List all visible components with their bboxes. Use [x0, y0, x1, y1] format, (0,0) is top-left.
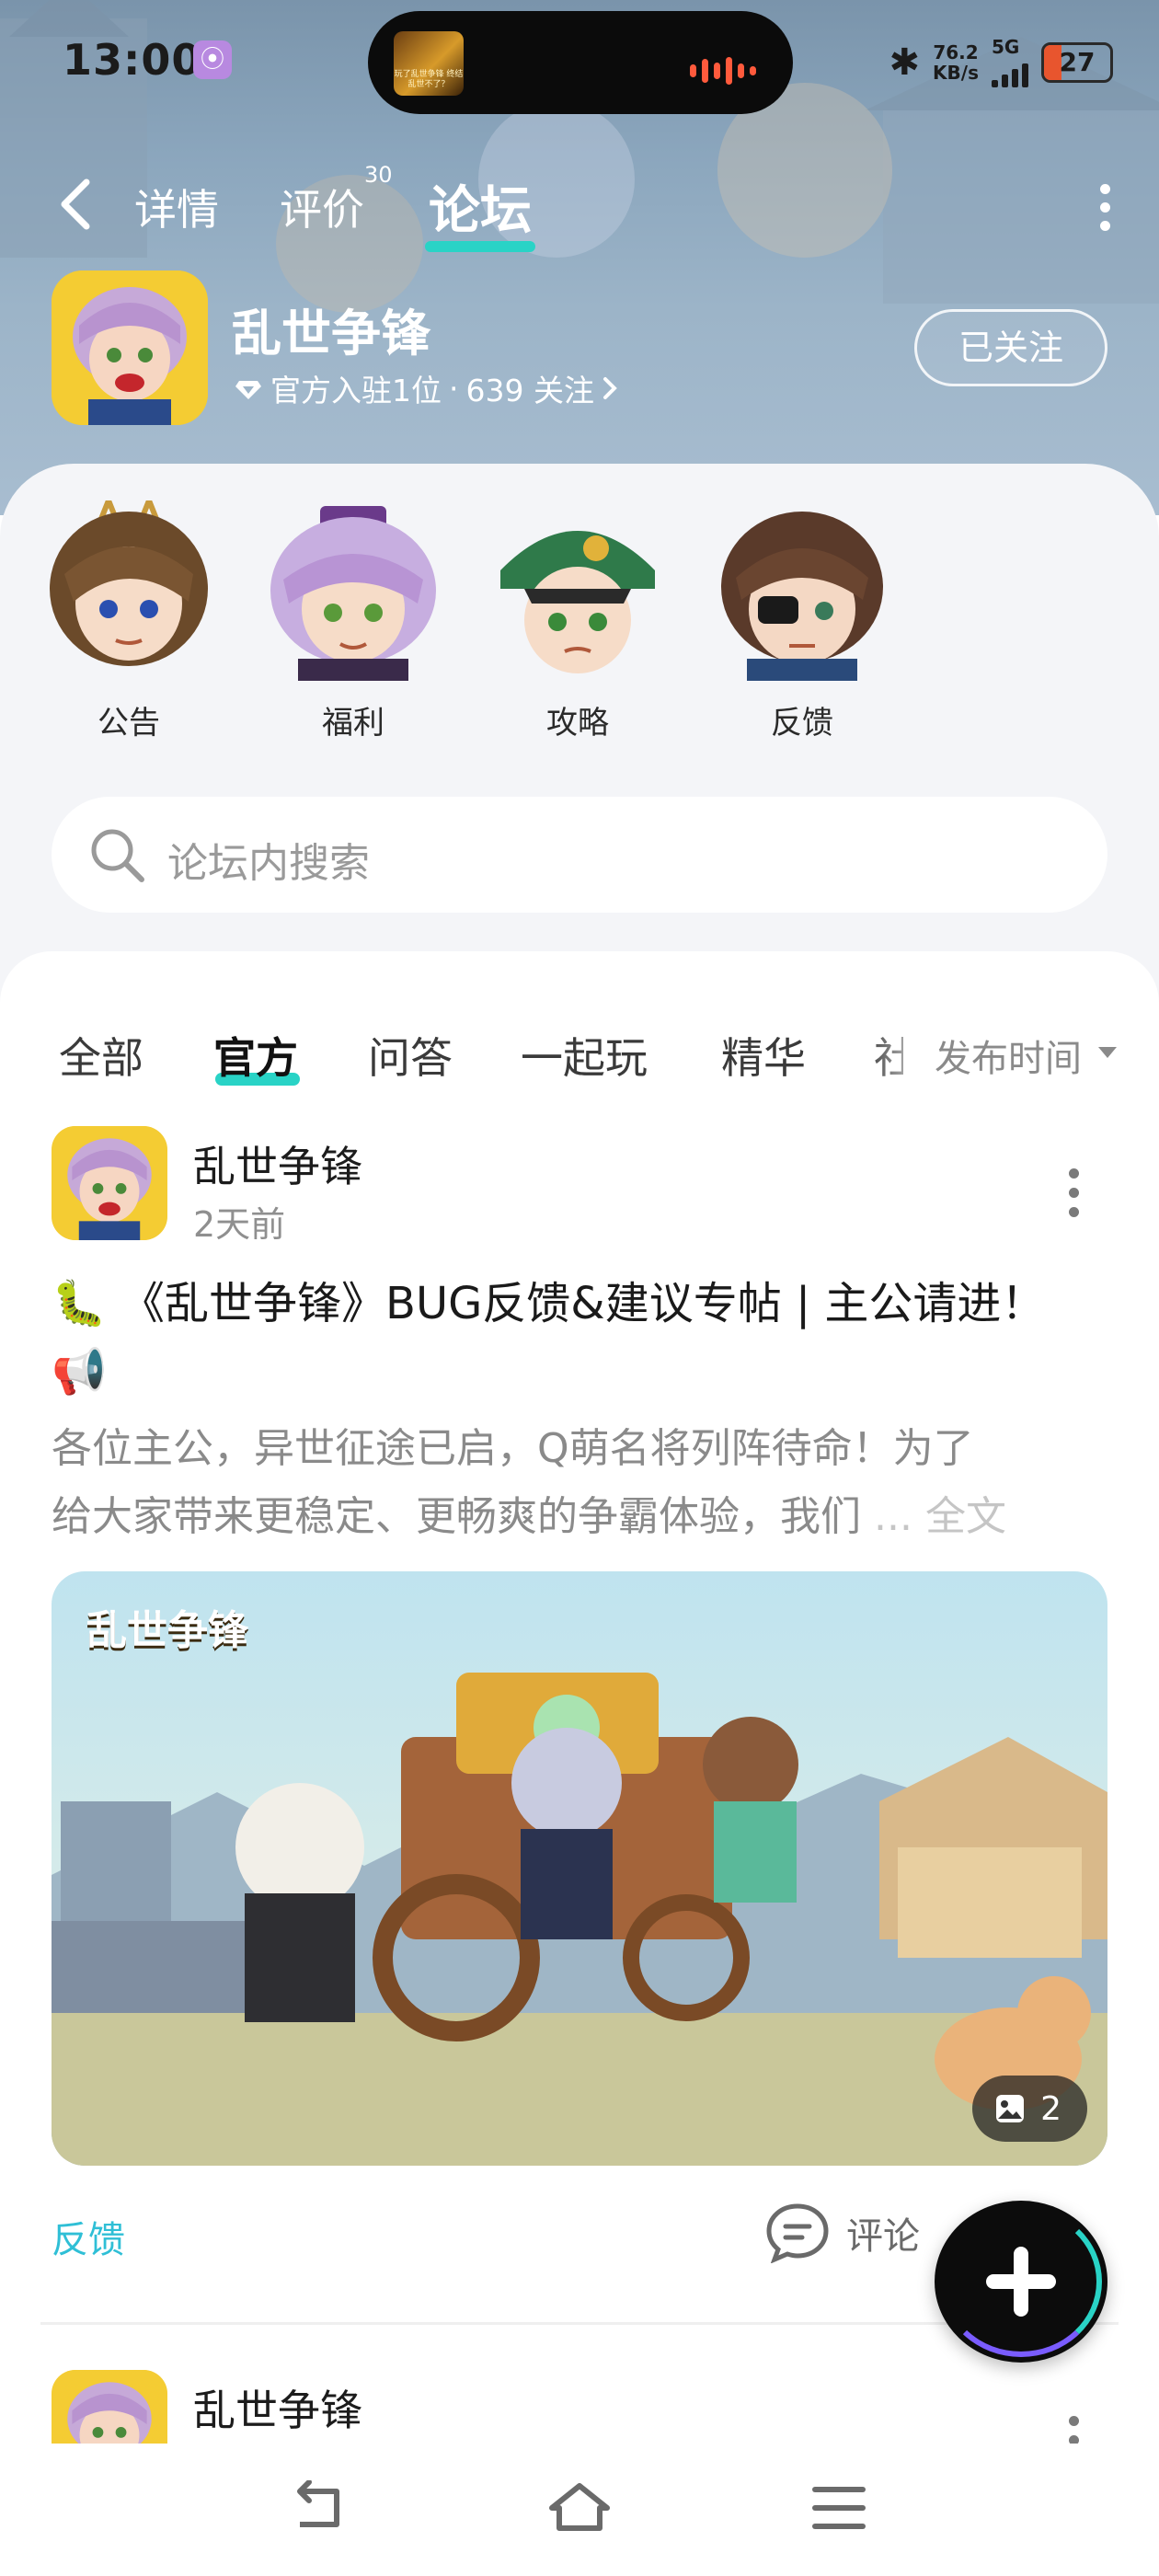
excerpt-ellipsis: ... [874, 1493, 912, 1540]
post-image[interactable]: 乱世争锋 2 [52, 1571, 1107, 2166]
signal-group: 5G [992, 38, 1028, 87]
tab-forum[interactable]: 论坛 [429, 169, 532, 244]
tab-fade [865, 1006, 938, 1098]
network-speed-unit: KB/s [933, 62, 979, 84]
feed-tab-official[interactable]: 官方 [213, 1025, 298, 1086]
image-count-badge: 2 [972, 2076, 1087, 2142]
author-avatar[interactable] [52, 1126, 167, 1240]
signal-bars-icon [992, 56, 1028, 87]
system-indicators: ✱ 76.2 KB/s 5G 27 [889, 35, 1113, 90]
channel-label: 公告 [98, 705, 160, 742]
post-excerpt[interactable]: 各位主公，异世征途已启，Q萌名将列阵待命！为了 给大家带来更稳定、更畅爽的争霸体… [52, 1415, 1109, 1551]
excerpt-line: 给大家带来更稳定、更畅爽的争霸体验，我们 [52, 1493, 861, 1540]
search-icon [91, 829, 144, 882]
guides-character-icon [500, 531, 655, 673]
read-full-link[interactable]: 全文 [925, 1493, 1006, 1540]
diamond-icon [235, 381, 261, 399]
audio-wave-icon [690, 57, 762, 85]
game-title: 乱世争锋 [232, 305, 430, 362]
channel-label: 攻略 [546, 705, 609, 742]
top-navigation: 详情 评价 30 论坛 [0, 156, 1159, 258]
channel-guides[interactable]: 攻略 [486, 500, 670, 742]
nav-menu-icon[interactable] [809, 2480, 868, 2536]
feed-tab-featured[interactable]: 精华 [721, 1025, 806, 1086]
channel-row: 公告 福利 攻略 反馈 [0, 492, 1159, 758]
media-thumbnail: 玩了乱世争锋 终结乱世不了？ [394, 31, 464, 96]
dynamic-island[interactable]: 玩了乱世争锋 终结乱世不了？ [368, 11, 793, 114]
post-title-text: 《乱世争锋》BUG反馈&建议专帖 | 主公请进！ [120, 1278, 1046, 1329]
excerpt-line: 各位主公，异世征途已启，Q萌名将列阵待命！为了 [52, 1425, 974, 1472]
status-bar: 13:00 ⦿ 玩了乱世争锋 终结乱世不了？ ✱ 76.2 KB/s 5G 27 [0, 0, 1159, 120]
forum-search-bar[interactable]: 论坛内搜索 [52, 797, 1107, 913]
announcement-character-icon [50, 492, 208, 666]
megaphone-emoji-icon: 📢 [52, 1346, 107, 1397]
search-placeholder: 论坛内搜索 [167, 840, 370, 887]
create-post-button[interactable] [935, 2201, 1107, 2363]
channel-label: 福利 [322, 705, 384, 742]
more-options-icon[interactable] [1100, 184, 1113, 232]
network-type: 5G [992, 36, 1020, 58]
feed-tab-all[interactable]: 全部 [59, 1025, 143, 1086]
game-meta[interactable]: 官方入驻1位 · 639 关注 [234, 366, 618, 410]
game-character-avatar [52, 270, 208, 425]
network-speed: 76.2 KB/s [933, 42, 979, 83]
follower-count: 639 关注 [465, 373, 594, 408]
nav-back-icon[interactable] [291, 2480, 350, 2536]
back-arrow-icon[interactable] [53, 177, 99, 232]
image-count: 2 [1040, 2089, 1061, 2128]
comment-icon [766, 2203, 829, 2263]
channel-label: 反馈 [771, 705, 833, 742]
author-name[interactable]: 乱世争锋 [193, 2377, 362, 2438]
post-more-icon[interactable] [1069, 1168, 1080, 1226]
feed-tab-play-together[interactable]: 一起玩 [521, 1025, 648, 1086]
post-time: 2天前 [193, 1204, 286, 1245]
bluetooth-icon: ✱ [889, 41, 921, 84]
author-name[interactable]: 乱世争锋 [193, 1133, 362, 1194]
media-thumbnail-text: 玩了乱世争锋 终结乱世不了？ [394, 70, 464, 89]
comment-button[interactable]: 评论 [765, 2202, 920, 2263]
caret-down-icon [1098, 1047, 1117, 1058]
feedback-character-icon [721, 512, 883, 681]
plus-icon-bar [986, 2274, 1056, 2289]
comment-label: 评论 [846, 2215, 920, 2258]
tab-reviews[interactable]: 评价 [280, 177, 364, 237]
battery-level: 27 [1059, 47, 1096, 77]
author-avatar-image [52, 1126, 167, 1240]
post-title[interactable]: 🐛 《乱世争锋》BUG反馈&建议专帖 | 主公请进！ 📢 [52, 1270, 1109, 1406]
channel-feedback[interactable]: 反馈 [710, 500, 894, 742]
game-icon[interactable] [52, 270, 208, 425]
follow-button[interactable]: 已关注 [914, 309, 1107, 386]
nav-home-icon[interactable] [546, 2480, 613, 2536]
official-count: 官方入驻1位 [270, 373, 442, 408]
app-indicator-icon: ⦿ [193, 40, 232, 79]
channel-benefits[interactable]: 福利 [261, 500, 445, 742]
gallery-icon [996, 2095, 1025, 2122]
status-time: 13:00 [63, 35, 202, 85]
meta-separator: · [449, 370, 459, 407]
feed-tab-qa[interactable]: 问答 [368, 1025, 453, 1086]
channel-announcement[interactable]: 公告 [37, 492, 221, 742]
post-tag[interactable]: 反馈 [52, 2210, 125, 2263]
image-game-logo: 乱世争锋 [86, 1607, 248, 1654]
chevron-right-icon [602, 377, 617, 399]
battery-icon: 27 [1041, 42, 1113, 83]
bug-emoji-icon: 🐛 [52, 1278, 107, 1329]
system-navigation-bar [0, 2444, 1159, 2576]
feed-tab-bar: 全部 官方 问答 一起玩 精华 社 发布时间 [0, 988, 1159, 1098]
network-speed-value: 76.2 [933, 41, 979, 63]
sort-dropdown[interactable]: 发布时间 [935, 1029, 1082, 1082]
review-count-badge: 30 [364, 162, 393, 188]
benefits-character-icon [270, 506, 436, 681]
post-image-artwork [52, 1571, 1107, 2166]
tab-details[interactable]: 详情 [134, 177, 219, 237]
